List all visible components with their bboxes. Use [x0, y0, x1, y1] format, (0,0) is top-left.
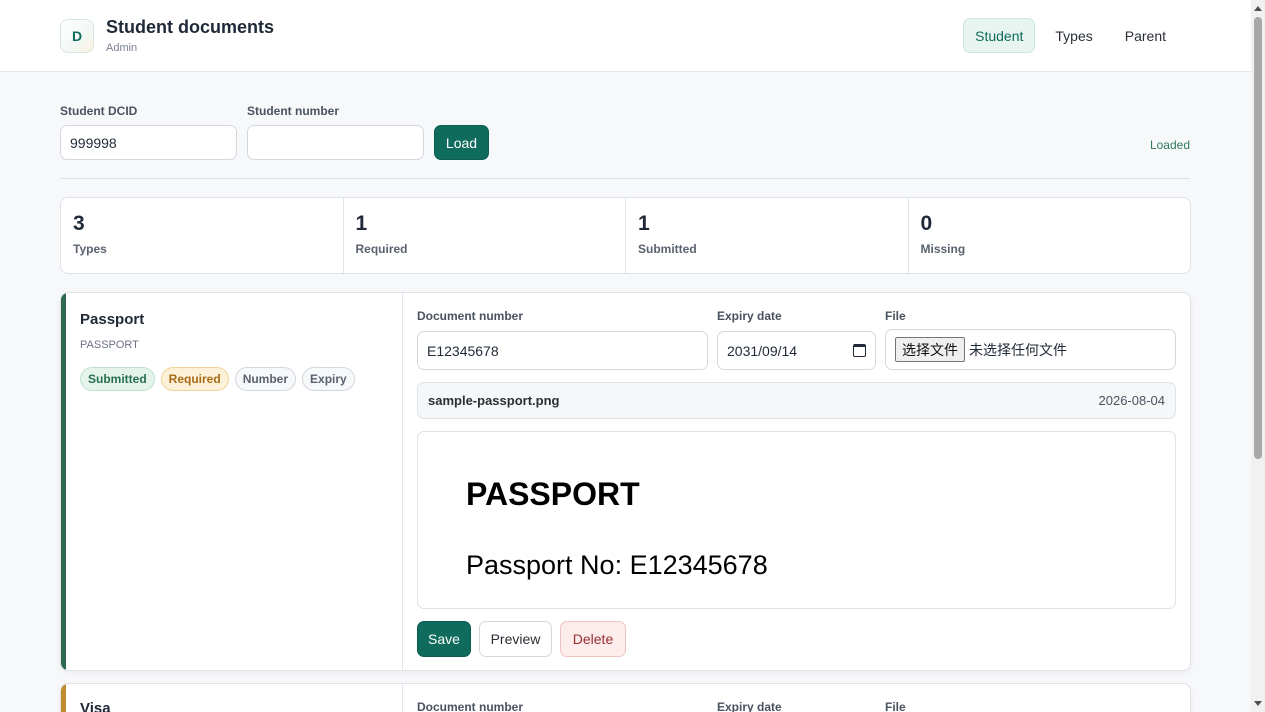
student-dcid-input[interactable]: 999998 [60, 125, 237, 160]
choose-file-button[interactable]: 选择文件 [895, 337, 965, 362]
document-card-passport: Passport PASSPORT Submitted Required Num… [60, 292, 1191, 671]
preview-heading: PASSPORT [466, 476, 640, 512]
app-viewport: D Student documents Admin Student Types … [0, 0, 1265, 712]
document-name: Visa [80, 700, 111, 712]
document-code: PASSPORT [80, 339, 139, 351]
stat-required: 1 Required [344, 198, 626, 273]
expiry-date-value: 2031/09/14 [727, 342, 798, 359]
tab-student[interactable]: Student [963, 18, 1036, 53]
document-number-label: Document number [417, 700, 524, 712]
document-badges: Submitted Required Number Expiry [80, 367, 355, 391]
load-button[interactable]: Load [434, 125, 489, 160]
uploaded-file-date: 2026-08-04 [1098, 393, 1166, 408]
uploaded-file-row: sample-passport.png 2026-08-04 [417, 382, 1176, 419]
stat-value: 3 [73, 212, 85, 235]
file-label: File [885, 309, 906, 323]
student-number-input[interactable] [247, 125, 424, 160]
student-number-label: Student number [247, 104, 339, 118]
scroll-thumb[interactable] [1254, 17, 1262, 459]
stat-value: 1 [638, 212, 650, 235]
document-number-label: Document number [417, 309, 524, 323]
section-divider [60, 178, 1190, 179]
file-label: File [885, 700, 906, 712]
file-input[interactable]: 选择文件 未选择任何文件 [885, 329, 1176, 370]
badge-expiry: Expiry [302, 367, 355, 391]
stat-label: Submitted [638, 242, 697, 256]
preview-passport-number: Passport No: E12345678 [466, 550, 768, 580]
document-number-input[interactable]: E12345678 [417, 331, 708, 370]
stat-value: 0 [920, 212, 933, 235]
preview-button[interactable]: Preview [479, 621, 552, 657]
expiry-date-input[interactable]: 2031/09/14 [717, 331, 876, 370]
scroll-down-icon[interactable] [1254, 701, 1262, 706]
stat-value: 1 [355, 212, 368, 235]
stat-label: Missing [920, 242, 966, 256]
save-button[interactable]: Save [417, 621, 471, 657]
document-summary: Visa [66, 684, 403, 712]
stat-missing: 0 Missing [909, 198, 1191, 273]
top-nav: Student Types Parent [963, 18, 1178, 53]
page-title: Student documents [106, 17, 275, 37]
delete-button[interactable]: Delete [560, 621, 626, 657]
page-scrollbar[interactable] [1251, 0, 1265, 712]
document-name: Passport [80, 311, 145, 328]
stat-label: Types [73, 242, 107, 256]
document-card-visa: Visa Document number Expiry date File [60, 683, 1191, 712]
app-header: D Student documents Admin Student Types … [0, 0, 1251, 72]
stat-submitted: 1 Submitted [626, 198, 909, 273]
stat-label: Required [355, 242, 408, 256]
badge-submitted: Submitted [80, 367, 155, 391]
tab-types[interactable]: Types [1043, 18, 1104, 53]
badge-required: Required [160, 367, 229, 391]
document-preview-image: PASSPORT Passport No: E12345678 [417, 431, 1176, 609]
badge-number: Number [234, 367, 297, 391]
document-summary: Passport PASSPORT Submitted Required Num… [66, 293, 403, 670]
student-dcid-label: Student DCID [60, 104, 138, 118]
scroll-up-icon[interactable] [1254, 6, 1262, 11]
stat-types: 3 Types [61, 198, 344, 273]
stats-summary: 3 Types 1 Required 1 Submitted 0 Missing [60, 197, 1191, 274]
expiry-date-label: Expiry date [717, 700, 782, 712]
uploaded-file-name: sample-passport.png [428, 393, 560, 408]
file-status-text: 未选择任何文件 [969, 341, 1067, 358]
expiry-date-label: Expiry date [717, 309, 782, 323]
tab-parent[interactable]: Parent [1113, 18, 1178, 53]
app-logo: D [60, 19, 94, 53]
page-subtitle: Admin [106, 42, 138, 54]
load-status: Loaded [1149, 138, 1190, 152]
calendar-icon[interactable] [853, 344, 866, 357]
